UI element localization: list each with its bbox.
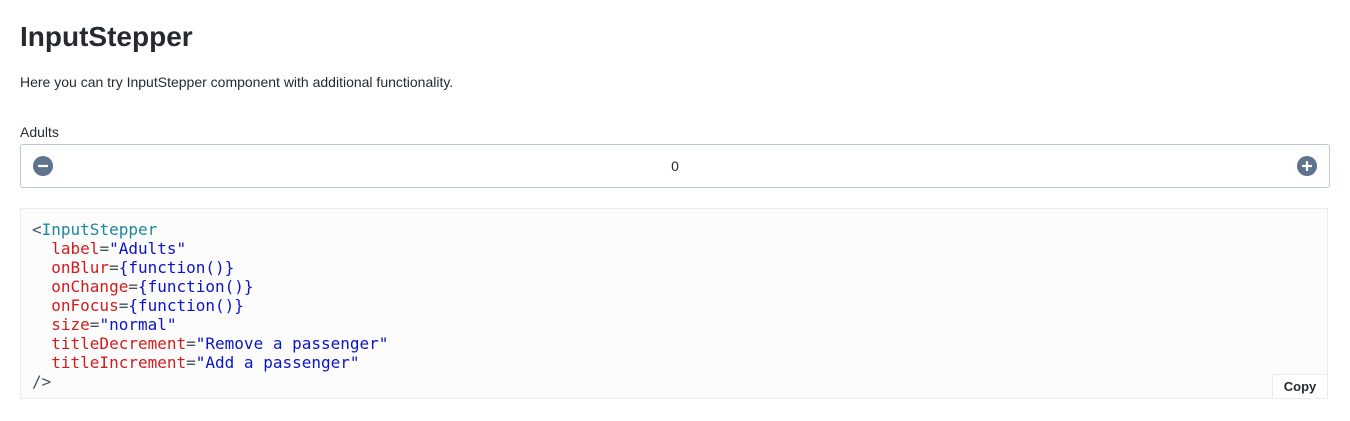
code-prop-value: "Remove a passenger" (195, 334, 389, 353)
code-prop-value: "Add a passenger" (195, 353, 360, 372)
increment-button[interactable] (1285, 145, 1329, 187)
code-prop-value: {function()} (118, 258, 235, 277)
code-prop-name: onFocus (51, 296, 119, 315)
input-stepper (20, 144, 1330, 188)
stepper-value-input[interactable] (65, 145, 1285, 187)
code-example: <InputStepper label="Adults" onBlur={fun… (20, 208, 1328, 399)
code-prop-name: onBlur (51, 258, 110, 277)
page-description: Here you can try InputStepper component … (20, 74, 454, 90)
code-prop-value: "normal" (99, 315, 177, 334)
stepper-label: Adults (20, 124, 59, 140)
code-prop-value: "Adults" (109, 239, 187, 258)
plus-circle-icon (1297, 156, 1317, 176)
code-prop-value: {function()} (128, 296, 244, 315)
code-prop-name: onChange (51, 277, 129, 296)
code-tag-name: InputStepper (41, 220, 158, 239)
code-prop-name: titleDecrement (51, 334, 187, 353)
code-prop-name: size (51, 315, 90, 334)
code-close-tag: /> (32, 372, 52, 391)
minus-circle-icon (33, 156, 53, 176)
code-prop-name: titleIncrement (51, 353, 187, 372)
code-block: <InputStepper label="Adults" onBlur={fun… (32, 220, 389, 391)
code-prop-name: label (51, 239, 100, 258)
code-prop-value: {function()} (137, 277, 254, 296)
copy-button[interactable]: Copy (1272, 374, 1327, 398)
code-open-bracket: < (32, 220, 42, 239)
page-title: InputStepper (20, 21, 193, 52)
decrement-button[interactable] (21, 145, 65, 187)
